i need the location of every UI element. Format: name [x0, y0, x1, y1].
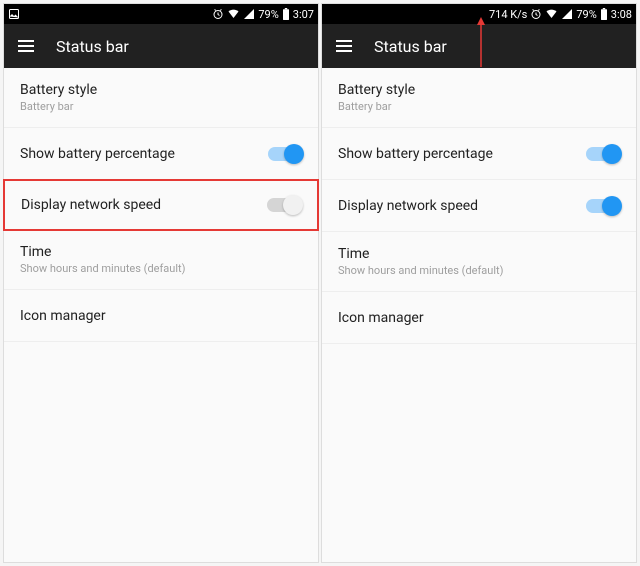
- alarm-icon: [212, 8, 224, 20]
- row-time[interactable]: Time Show hours and minutes (default): [4, 230, 318, 290]
- toolbar: Status bar: [4, 24, 318, 68]
- row-title: Display network speed: [338, 198, 478, 214]
- battery-percentage: 79%: [258, 8, 278, 21]
- row-subtitle: Show hours and minutes (default): [338, 264, 503, 277]
- toolbar: Status bar: [322, 24, 636, 68]
- row-time[interactable]: Time Show hours and minutes (default): [322, 232, 636, 292]
- row-title: Time: [338, 246, 503, 262]
- clock-text: 3:07: [293, 8, 314, 21]
- status-bar: 714 K/s 79% 3:08: [322, 4, 636, 24]
- row-show-battery-percentage[interactable]: Show battery percentage: [4, 128, 318, 180]
- wifi-icon: [545, 8, 558, 20]
- battery-percentage: 79%: [576, 8, 596, 21]
- alarm-icon: [530, 8, 542, 20]
- battery-icon: [282, 8, 290, 20]
- page-title: Status bar: [374, 37, 447, 56]
- row-title: Show battery percentage: [338, 146, 493, 162]
- menu-icon[interactable]: [336, 40, 352, 52]
- row-title: Icon manager: [20, 308, 106, 324]
- battery-icon: [600, 8, 608, 20]
- screen-left: 79% 3:07 Status bar Battery style Batter…: [3, 3, 319, 563]
- signal-icon: [561, 8, 573, 20]
- row-title: Battery style: [20, 82, 97, 98]
- row-icon-manager[interactable]: Icon manager: [322, 292, 636, 344]
- row-title: Battery style: [338, 82, 415, 98]
- toggle-show-battery[interactable]: [268, 147, 302, 161]
- row-title: Icon manager: [338, 310, 424, 326]
- row-battery-style[interactable]: Battery style Battery bar: [322, 68, 636, 128]
- page-title: Status bar: [56, 37, 129, 56]
- row-title: Show battery percentage: [20, 146, 175, 162]
- picture-icon: [8, 8, 20, 20]
- row-subtitle: Battery bar: [20, 100, 97, 113]
- wifi-icon: [227, 8, 240, 20]
- clock-text: 3:08: [611, 8, 632, 21]
- row-display-network-speed[interactable]: Display network speed: [322, 180, 636, 232]
- row-subtitle: Show hours and minutes (default): [20, 262, 185, 275]
- signal-icon: [243, 8, 255, 20]
- settings-list: Battery style Battery bar Show battery p…: [4, 68, 318, 562]
- row-title: Time: [20, 244, 185, 260]
- menu-icon[interactable]: [18, 40, 34, 52]
- network-speed-text: 714 K/s: [489, 8, 527, 21]
- screen-right: 714 K/s 79% 3:08 Status bar Battery styl…: [321, 3, 637, 563]
- row-show-battery-percentage[interactable]: Show battery percentage: [322, 128, 636, 180]
- row-title: Display network speed: [21, 197, 161, 213]
- toggle-display-network-speed[interactable]: [586, 199, 620, 213]
- row-icon-manager[interactable]: Icon manager: [4, 290, 318, 342]
- status-bar: 79% 3:07: [4, 4, 318, 24]
- toggle-display-network-speed[interactable]: [267, 198, 301, 212]
- row-display-network-speed[interactable]: Display network speed: [3, 179, 319, 231]
- toggle-show-battery[interactable]: [586, 147, 620, 161]
- row-subtitle: Battery bar: [338, 100, 415, 113]
- settings-list: Battery style Battery bar Show battery p…: [322, 68, 636, 562]
- row-battery-style[interactable]: Battery style Battery bar: [4, 68, 318, 128]
